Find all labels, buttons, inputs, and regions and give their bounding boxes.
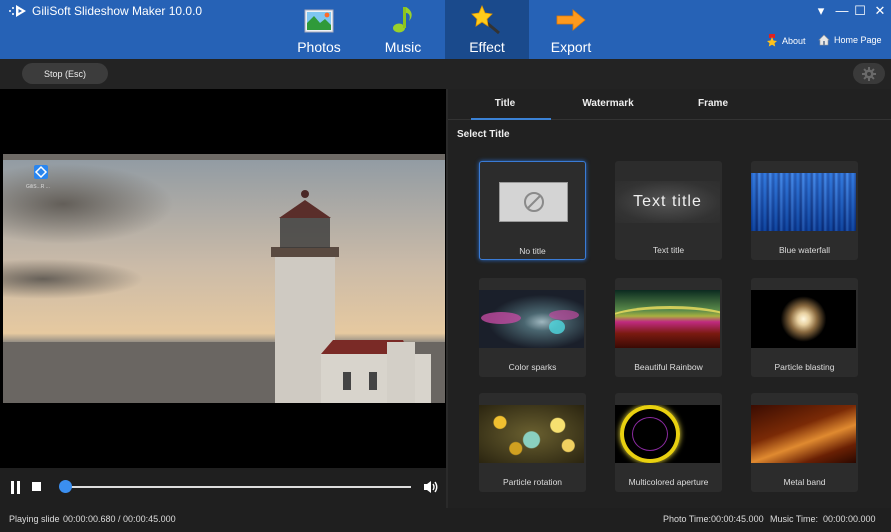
title-option-text-title[interactable]: Text title Text title [615, 161, 722, 260]
about-label: About [782, 35, 806, 46]
medal-icon [767, 34, 777, 47]
thumbnail [615, 290, 720, 348]
player-controls [0, 468, 446, 508]
preview-image [3, 154, 445, 403]
title-option-color-sparks[interactable]: Color sparks [479, 278, 586, 377]
nav-label: Music [384, 39, 422, 55]
pause-icon[interactable] [10, 481, 22, 494]
about-link[interactable]: About [766, 34, 806, 47]
home-icon [818, 34, 830, 46]
nav-music[interactable]: Music [361, 0, 445, 59]
minimize-button[interactable]: — [834, 3, 850, 18]
active-tab-indicator [471, 118, 551, 120]
nav-label: Photos [297, 39, 341, 55]
playing-time: 00:00:00.680 / 00:00:45.000 [63, 514, 176, 524]
thumbnail [479, 290, 584, 348]
playing-label: Playing slide [9, 514, 60, 524]
home-page-label: Home Page [834, 35, 882, 45]
nav-label: Export [550, 39, 592, 55]
gear-icon [862, 66, 876, 81]
title-option-metal-band[interactable]: Metal band [751, 393, 858, 492]
seek-slider-handle[interactable] [59, 480, 73, 493]
volume-icon[interactable] [423, 480, 439, 494]
no-symbol-icon [523, 192, 544, 212]
card-label: Text title [652, 245, 685, 255]
nav-label: Effect [469, 39, 505, 55]
card-label: Metal band [783, 477, 826, 487]
thumbnail [751, 405, 856, 463]
card-label: Blue waterfall [778, 245, 831, 255]
thumbnail: Text title [615, 181, 720, 223]
arrow-right-icon [556, 9, 586, 31]
desktop-shortcut-label: GiliS...R ... [26, 184, 50, 190]
card-label: Multicolored aperture [628, 477, 709, 487]
title-option-particle-blasting[interactable]: Particle blasting [751, 278, 858, 377]
nav-photos[interactable]: Photos [277, 0, 361, 59]
title-bar: GiliSoft Slideshow Maker 10.0.0 Photos M… [0, 0, 891, 59]
photos-icon [304, 9, 334, 33]
music-time: Music Time: 00:00:00.000 [770, 514, 876, 524]
photo-time: Photo Time:00:00:45.000 [663, 514, 764, 524]
menu-dropdown-button[interactable]: ▾ [813, 3, 829, 19]
app-title: GiliSoft Slideshow Maker 10.0.0 [32, 4, 203, 18]
section-title: Select Title [457, 129, 510, 140]
card-label: Color sparks [508, 362, 557, 372]
seek-track[interactable] [60, 486, 411, 488]
title-option-beautiful-rainbow[interactable]: Beautiful Rainbow [615, 278, 722, 377]
thumbnail [480, 174, 585, 232]
stop-button[interactable]: Stop (Esc) [22, 63, 108, 84]
status-bar: Playing slide 00:00:00.680 / 00:00:45.00… [0, 508, 891, 532]
card-label: No title [519, 246, 546, 256]
title-option-multicolored-aperture[interactable]: Multicolored aperture [615, 393, 722, 492]
magic-wand-icon [471, 5, 500, 35]
nav-effect[interactable]: Effect [445, 0, 529, 59]
card-label: Particle rotation [502, 477, 563, 487]
tab-frame[interactable]: Frame [673, 98, 753, 109]
desktop-shortcut-icon: GiliS...R ... [26, 165, 52, 190]
main-nav: Photos Music Effect Export [277, 0, 613, 59]
toolbar [0, 59, 891, 89]
thumbnail [615, 405, 720, 463]
nav-export[interactable]: Export [529, 0, 613, 59]
stop-icon[interactable] [32, 482, 42, 492]
home-page-link[interactable]: Home Page [818, 34, 882, 46]
title-option-particle-rotation[interactable]: Particle rotation [479, 393, 586, 492]
title-option-no-title[interactable]: No title [479, 161, 586, 260]
maximize-button[interactable]: ☐ [852, 3, 868, 19]
card-label: Beautiful Rainbow [634, 362, 703, 372]
thumbnail [479, 405, 584, 463]
close-button[interactable]: ✕ [872, 3, 888, 19]
effect-panel: Title Watermark Frame Select Title No ti… [446, 89, 891, 508]
music-note-icon [393, 7, 412, 33]
app-logo-icon [9, 5, 26, 17]
text-title-sample: Text title [633, 193, 702, 210]
settings-button[interactable] [853, 63, 885, 84]
tab-title[interactable]: Title [465, 98, 545, 109]
card-label: Particle blasting [774, 362, 835, 372]
title-option-blue-waterfall[interactable]: Blue waterfall [751, 161, 858, 260]
tab-watermark[interactable]: Watermark [568, 98, 648, 109]
thumbnail [751, 290, 856, 348]
effect-tabs: Title Watermark Frame [448, 89, 891, 120]
thumbnail [751, 173, 856, 231]
